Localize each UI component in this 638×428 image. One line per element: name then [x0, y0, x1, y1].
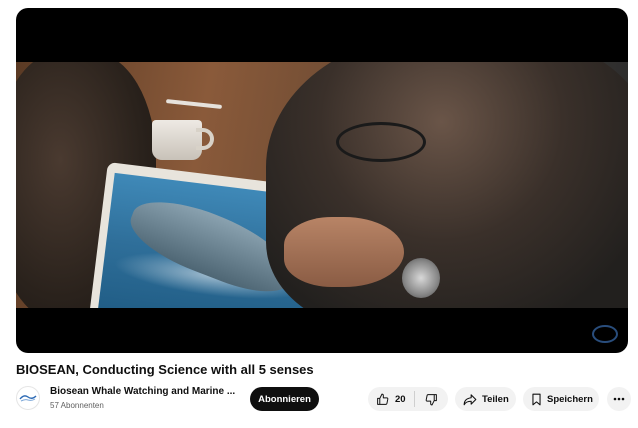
- share-button[interactable]: Teilen: [455, 387, 516, 411]
- glasses: [336, 122, 426, 162]
- channel-avatar[interactable]: [16, 386, 40, 410]
- channel-name[interactable]: Biosean Whale Watching and Marine ...: [50, 386, 236, 397]
- subscriber-count: 57 Abonnenten: [50, 401, 104, 410]
- more-actions-button[interactable]: [607, 387, 631, 411]
- like-dislike-group: 20: [368, 387, 448, 411]
- like-count: 20: [395, 393, 406, 405]
- save-button[interactable]: Speichern: [523, 387, 599, 411]
- like-button[interactable]: 20: [368, 387, 414, 411]
- mug: [152, 120, 202, 160]
- mug-handle: [196, 128, 214, 150]
- more-horizontal-icon: [613, 397, 625, 401]
- thumbs-up-icon: [376, 393, 389, 406]
- channel-logo-icon: [19, 395, 37, 402]
- spoon: [165, 99, 223, 109]
- share-arrow-icon: [463, 393, 477, 406]
- wristwatch: [402, 258, 440, 298]
- pointing-hand: [284, 217, 404, 287]
- channel-watermark-icon[interactable]: [592, 325, 618, 343]
- thumbs-down-icon: [425, 393, 438, 406]
- save-label: Speichern: [547, 393, 593, 405]
- bookmark-icon: [531, 393, 542, 406]
- share-label: Teilen: [482, 393, 509, 405]
- watch-page: BIOSEAN, Conducting Science with all 5 s…: [0, 0, 638, 428]
- subscribe-button[interactable]: Abonnieren: [250, 387, 319, 411]
- video-frame[interactable]: [16, 62, 628, 308]
- video-player[interactable]: [16, 8, 628, 353]
- video-title: BIOSEAN, Conducting Science with all 5 s…: [16, 362, 314, 377]
- dislike-button[interactable]: [415, 387, 448, 411]
